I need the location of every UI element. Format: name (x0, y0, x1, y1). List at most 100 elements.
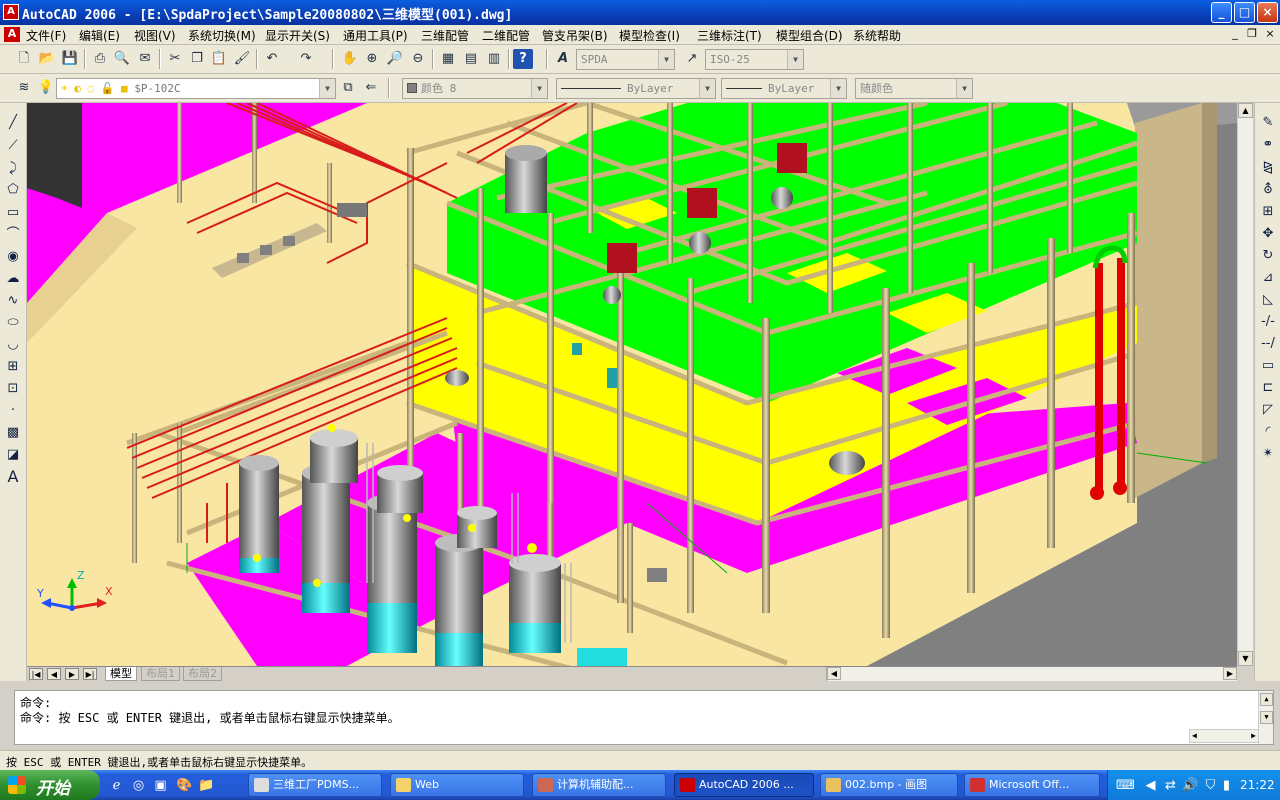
design-center-icon[interactable]: ▤ (461, 49, 481, 69)
task-button-autocad[interactable]: AutoCAD 2006 ... (674, 773, 814, 797)
make-block-icon[interactable]: ⊡ (2, 379, 24, 399)
revision-cloud-icon[interactable]: ☁ (2, 269, 24, 289)
text-style-icon[interactable]: A (553, 49, 573, 69)
mdi-restore-button[interactable]: ❐ (1244, 27, 1260, 42)
publish-icon[interactable]: ✉ (135, 49, 155, 69)
menu-system-help[interactable]: 系统帮助 (853, 27, 901, 44)
circle-icon[interactable]: ◉ (2, 247, 24, 267)
minimize-button[interactable]: _ (1211, 2, 1232, 23)
security-shield-icon[interactable]: ⛉ (1202, 777, 1219, 794)
network-icon[interactable]: ⇄ (1162, 777, 1179, 794)
media-quicklaunch-icon[interactable]: ▣ (152, 777, 169, 794)
autocad-app-icon[interactable]: A (3, 4, 19, 20)
zoom-previous-icon[interactable]: ⊖ (408, 49, 428, 69)
menu-3d-piping[interactable]: 三维配管 (421, 27, 469, 44)
command-hscroll[interactable]: ◀ ▶ (1189, 729, 1259, 743)
scroll-up-arrow-icon[interactable]: ▲ (1238, 103, 1253, 118)
keyboard-icon[interactable]: ⌨ (1116, 777, 1135, 794)
paste-icon[interactable]: 📋 (209, 49, 229, 69)
rectangle-icon[interactable]: ▭ (2, 203, 24, 223)
zoom-window-icon[interactable]: 🔎 (385, 49, 405, 69)
layer-manager-icon[interactable]: ≋ (14, 78, 34, 98)
array-icon[interactable]: ⊞ (1257, 202, 1279, 222)
text-style-dropdown[interactable]: SPDA ▼ (576, 49, 675, 70)
copy-object-icon[interactable]: ⚭ (1257, 135, 1279, 155)
undo-icon[interactable]: ↶ (262, 49, 282, 69)
new-file-icon[interactable]: 🗋 (14, 49, 34, 69)
menu-2d-piping[interactable]: 二维配管 (482, 27, 530, 44)
menu-view[interactable]: 视图(V) (134, 27, 176, 44)
tab-next-icon[interactable]: ▶ (65, 668, 79, 680)
ie-quicklaunch-icon[interactable]: ℯ (108, 777, 125, 794)
layer-on-bulb-icon[interactable]: 💡 (36, 78, 56, 98)
task-button-cad-aid[interactable]: 计算机辅助配... (532, 773, 666, 797)
antivirus-icon[interactable]: ▮ (1218, 777, 1235, 794)
drawing-viewport[interactable]: Z Y X (27, 103, 1237, 666)
start-button[interactable]: 开始 (0, 770, 100, 800)
cut-icon[interactable]: ✂ (165, 49, 185, 69)
task-button-office[interactable]: Microsoft Off... (964, 773, 1100, 797)
tab-model[interactable]: 模型 (105, 667, 137, 681)
scroll-left-arrow-icon[interactable]: ◀ (827, 667, 841, 680)
menu-file[interactable]: 文件(F) (26, 27, 66, 44)
horizontal-scrollbar[interactable]: ◀ ▶ (826, 667, 1237, 681)
break-at-point-icon[interactable]: ▭ (1257, 356, 1279, 376)
task-button-web[interactable]: Web (390, 773, 524, 797)
tab-last-icon[interactable]: ▶| (83, 668, 97, 680)
help-icon[interactable]: ? (513, 49, 533, 69)
scale-icon[interactable]: ⊿ (1257, 268, 1279, 288)
menu-3d-annotation[interactable]: 三维标注(T) (697, 27, 762, 44)
tab-layout1[interactable]: 布局1 (141, 667, 180, 681)
region-icon[interactable]: ◪ (2, 445, 24, 465)
tray-expand-icon[interactable]: ◀ (1142, 777, 1159, 794)
lineweight-dropdown[interactable]: ByLayer ▼ (721, 78, 847, 99)
trim-icon[interactable]: -/- (1257, 312, 1279, 332)
layer-previous-icon[interactable]: ⇐ (361, 78, 381, 98)
menu-display-toggle[interactable]: 显示开关(S) (265, 27, 330, 44)
rotate-icon[interactable]: ↻ (1257, 246, 1279, 266)
command-scrollbar[interactable]: ▲ ▼ (1258, 691, 1273, 744)
spline-icon[interactable]: ∿ (2, 291, 24, 311)
line-icon[interactable]: ╱ (2, 113, 24, 133)
copy-icon[interactable]: ❐ (187, 49, 207, 69)
color-dropdown[interactable]: 颜色 8 ▼ (402, 78, 548, 99)
maximize-button[interactable]: □ (1234, 2, 1255, 23)
insert-block-icon[interactable]: ⊞ (2, 357, 24, 377)
scroll-right-arrow-icon[interactable]: ▶ (1251, 730, 1256, 742)
arc-icon[interactable]: ⌒ (2, 225, 24, 245)
break-icon[interactable]: ⊏ (1257, 378, 1279, 398)
polyline-icon[interactable]: ⤸ (2, 159, 24, 179)
plot-style-dropdown[interactable]: 随颜色 ▼ (855, 78, 973, 99)
mdi-close-button[interactable]: × (1262, 27, 1278, 42)
folder-quicklaunch-icon[interactable]: 📁 (198, 777, 215, 794)
layer-dropdown[interactable]: ☀ ◐ ◌ 🔓 ■ $P-102C ▼ (56, 78, 336, 99)
mirror-icon[interactable]: ⧎ (1257, 158, 1279, 178)
menu-system-switch[interactable]: 系统切换(M) (188, 27, 256, 44)
ellipse-icon[interactable]: ⬭ (2, 313, 24, 333)
mdi-minimize-button[interactable]: _ (1227, 27, 1243, 42)
menu-model-check[interactable]: 模型检查(I) (619, 27, 680, 44)
print-icon[interactable]: ⎙ (90, 49, 110, 69)
menu-model-assembly[interactable]: 模型组合(D) (776, 27, 843, 44)
tab-prev-icon[interactable]: ◀ (47, 668, 61, 680)
zoom-realtime-icon[interactable]: ⊕ (362, 49, 382, 69)
multiline-text-icon[interactable]: A (2, 467, 24, 487)
volume-icon[interactable]: 🔊 (1182, 777, 1199, 794)
menu-edit[interactable]: 编辑(E) (79, 27, 120, 44)
properties-icon[interactable]: ▦ (438, 49, 458, 69)
construction-line-icon[interactable]: ⟋ (2, 136, 24, 156)
linetype-dropdown[interactable]: ByLayer ▼ (556, 78, 716, 99)
scroll-down-arrow-icon[interactable]: ▼ (1260, 711, 1273, 724)
scroll-right-arrow-icon[interactable]: ▶ (1223, 667, 1237, 680)
redo-icon[interactable]: ↷ (296, 49, 316, 69)
stretch-icon[interactable]: ◺ (1257, 290, 1279, 310)
hatch-icon[interactable]: ▩ (2, 423, 24, 443)
print-preview-icon[interactable]: 🔍 (112, 49, 132, 69)
ellipse-arc-icon[interactable]: ◡ (2, 335, 24, 355)
fillet-icon[interactable]: ◜ (1257, 422, 1279, 442)
task-button-pdms[interactable]: 三维工厂PDMS... (248, 773, 382, 797)
make-layer-current-icon[interactable]: ⧉ (338, 78, 358, 98)
point-icon[interactable]: · (2, 401, 24, 421)
dimension-style-icon[interactable]: ↗ (682, 49, 702, 69)
tab-first-icon[interactable]: |◀ (29, 668, 43, 680)
